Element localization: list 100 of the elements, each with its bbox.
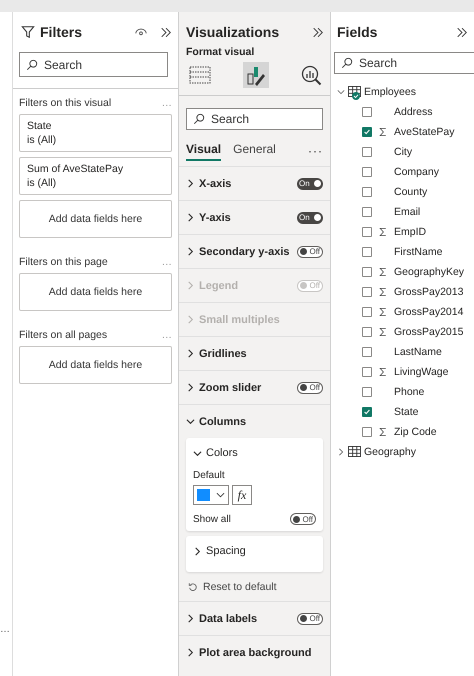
sigma-icon [379,127,387,137]
checkbox[interactable] [362,107,372,117]
field-name[interactable]: GeographyKey [394,266,464,278]
pane-tab[interactable]: General [233,142,276,160]
format-section[interactable]: Columns [179,405,330,438]
table-node[interactable]: Employees [331,82,474,102]
search-icon [341,57,353,69]
checkbox[interactable] [362,147,372,157]
checkbox[interactable] [362,367,372,377]
sigma-icon [379,227,387,237]
section-title: Filters on this visual [19,97,112,109]
format-section[interactable]: Plot area background [179,636,330,669]
reset-icon [188,582,198,592]
format-section[interactable]: Data labels Off [179,602,330,635]
table-icon [348,86,361,97]
toggle-switch[interactable]: Off [290,513,316,525]
checkbox[interactable] [362,287,372,297]
chevron-icon [186,417,195,426]
search-field[interactable]: Search [186,108,323,130]
format-section[interactable]: Y-axis On [179,201,330,234]
format-section[interactable]: Secondary y-axis Off [179,235,330,268]
field-name[interactable]: Address [394,106,433,118]
field-name[interactable]: FirstName [394,246,442,258]
eye-icon[interactable] [135,28,147,36]
checkbox[interactable] [362,267,372,277]
checkbox[interactable] [362,387,372,397]
field-name[interactable]: Company [394,166,439,178]
filter-name: State [27,120,53,132]
checkbox[interactable] [362,327,372,337]
checkbox[interactable] [362,427,372,437]
field-name[interactable]: County [394,186,428,198]
chevron-icon [186,614,195,623]
filter-card[interactable]: State is (All) [19,114,172,152]
field-name[interactable]: Email [394,206,420,218]
pane-title: Visualizations [186,24,280,40]
option-label: Show all [193,514,231,524]
field-name[interactable]: Zip Code [394,426,437,438]
field-name[interactable]: LivingWage [394,366,448,378]
more-options-icon[interactable]: ··· [308,144,323,158]
checkbox[interactable] [362,407,372,417]
section-title: Filters on this page [19,256,108,268]
field-label: Default [193,470,226,481]
format-visual-tab[interactable] [242,62,268,88]
sigma-icon [379,427,387,437]
more-options-icon[interactable]: … [0,624,10,635]
chevron-icon [186,648,195,657]
field-name[interactable]: Phone [394,386,424,398]
field-name[interactable]: City [394,146,412,158]
table-node[interactable]: Geography [331,442,474,462]
filter-name: Sum of AveStatePay [27,163,124,175]
field-name[interactable]: GrossPay2013 [394,286,464,298]
toggle-switch[interactable]: Off [297,612,323,624]
field-name[interactable]: GrossPay2015 [394,326,464,338]
toggle-switch[interactable]: Off [297,246,323,258]
format-subsection[interactable]: Spacing [193,536,316,566]
format-section[interactable]: Zoom slider Off [179,371,330,404]
format-section[interactable]: X-axis On [179,167,330,200]
chevron-icon [186,349,195,358]
toggle-switch[interactable]: On [297,212,323,224]
collapse-icon[interactable] [456,26,468,38]
toggle-switch[interactable]: On [297,178,323,190]
field-name[interactable]: LastName [394,346,442,358]
pane-tab[interactable]: Visual [186,142,222,160]
chevron-icon [337,88,345,96]
format-section[interactable]: Gridlines [179,337,330,370]
toggle-switch[interactable]: Off [297,382,323,394]
search-icon [193,113,205,125]
chevron-icon [186,315,195,324]
checkbox[interactable] [362,187,372,197]
section-title: Format visual [186,46,256,58]
drop-zone[interactable]: Add data fields here [19,273,172,311]
checkbox[interactable] [362,127,372,137]
field-name[interactable]: State [394,406,419,418]
filter-icon [21,25,35,39]
field-name[interactable]: EmpID [394,226,426,238]
checkbox[interactable] [362,247,372,257]
collapse-icon[interactable] [160,26,172,38]
checkbox[interactable] [362,167,372,177]
filter-card[interactable]: Sum of AveStatePay is (All) [19,157,172,195]
field-name[interactable]: AveStatePay [394,126,455,138]
drop-zone[interactable]: Add data fields here [19,200,172,238]
fx-button[interactable]: fx [232,485,252,505]
filter-value: is (All) [27,177,58,189]
reset-link[interactable]: Reset to default [203,581,277,593]
sigma-icon [379,367,387,377]
search-field[interactable]: Search [19,52,168,77]
field-name[interactable]: GrossPay2014 [394,306,464,318]
drop-zone[interactable]: Add data fields here [19,346,172,384]
table-icon [348,446,361,457]
checkbox[interactable] [362,347,372,357]
format-subsection[interactable]: Colors [193,438,316,468]
filter-value: is (All) [27,134,58,146]
color-picker[interactable] [193,485,229,505]
checkbox[interactable] [362,307,372,317]
checkbox[interactable] [362,207,372,217]
chevron-icon [186,213,195,222]
search-field[interactable]: Search [334,52,474,74]
collapse-icon[interactable] [312,26,324,38]
chevron-icon [337,448,345,456]
checkbox[interactable] [362,227,372,237]
